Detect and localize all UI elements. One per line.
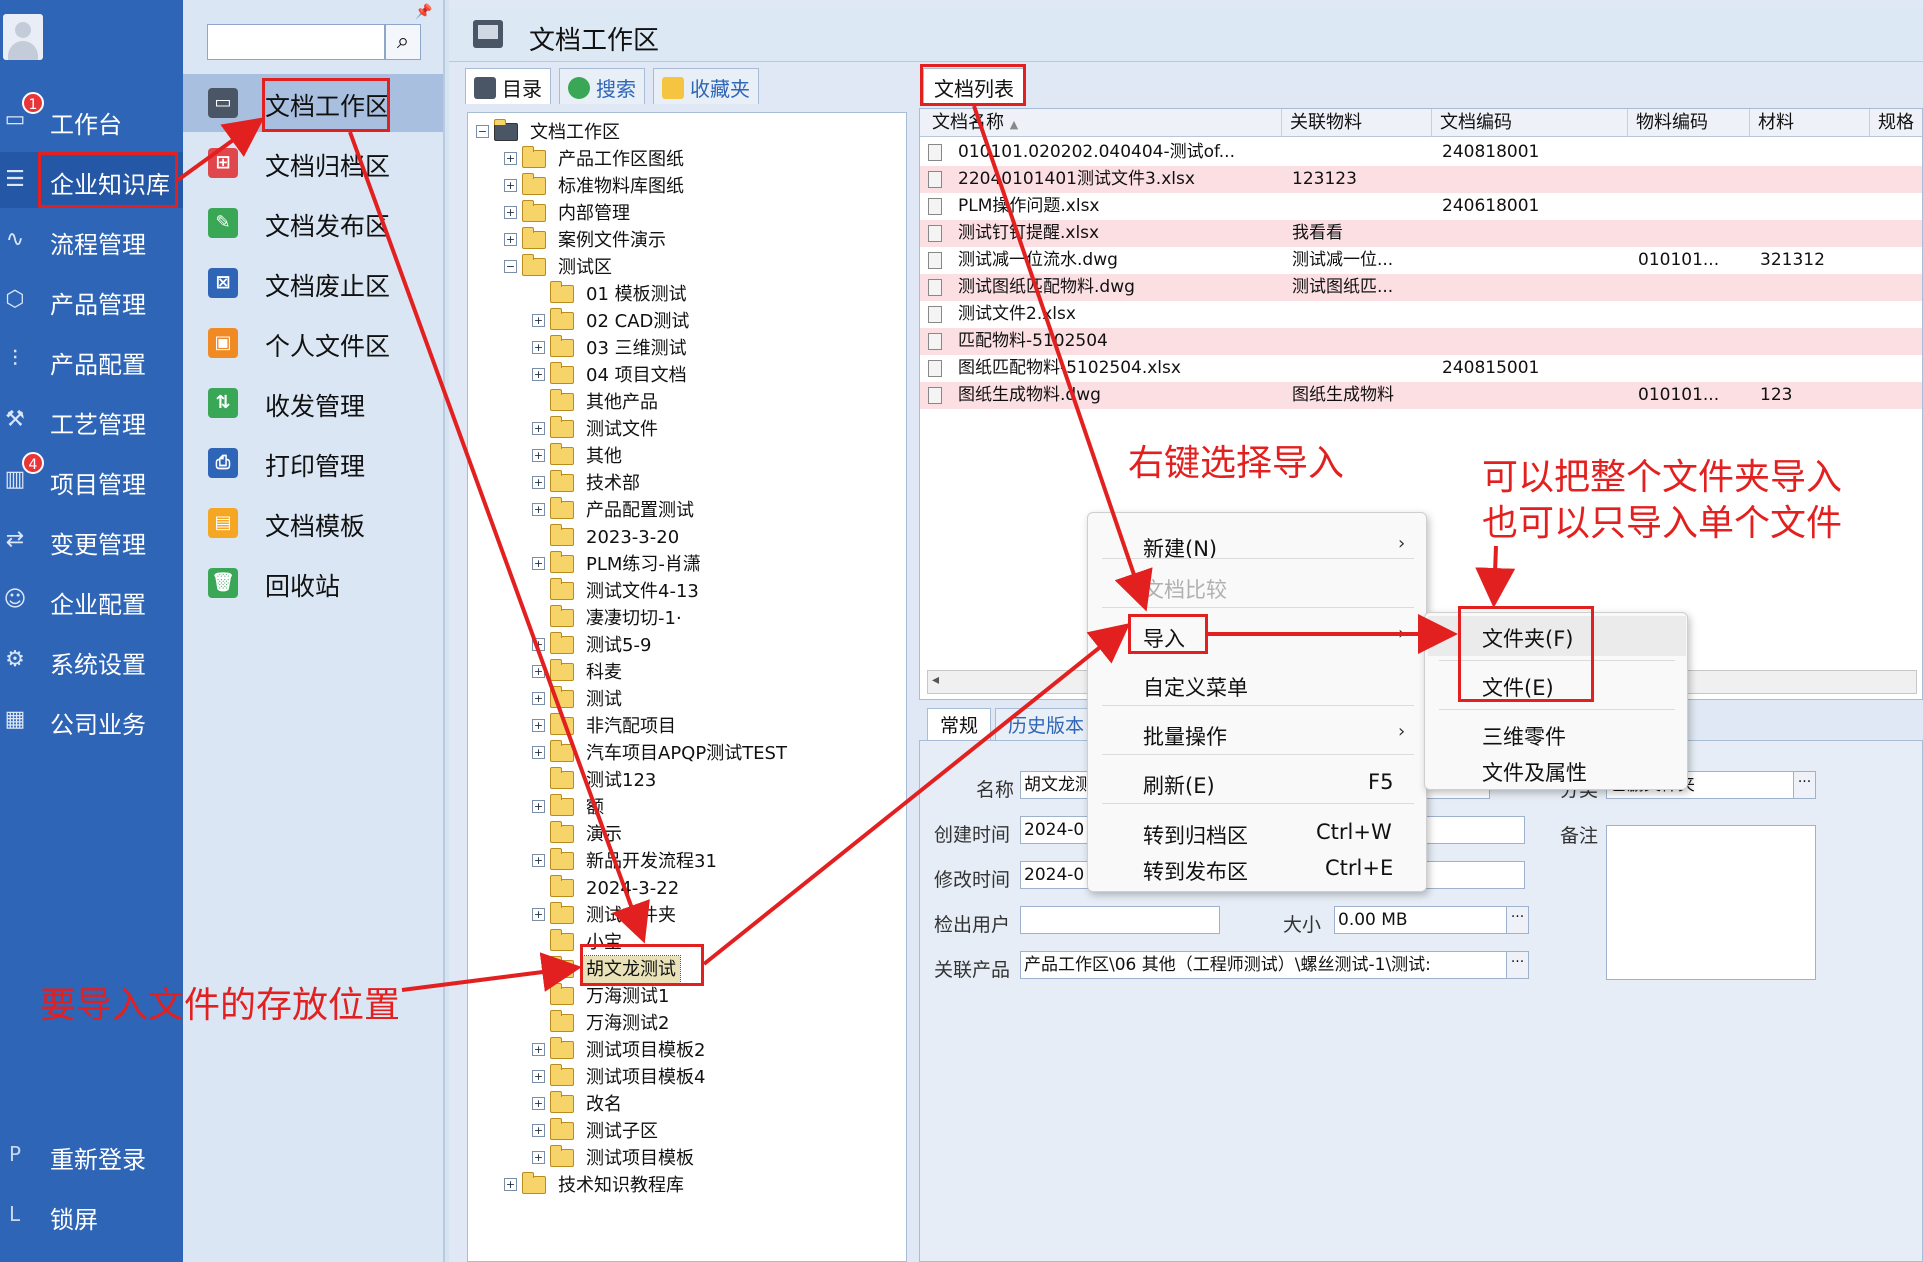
arrow-folder-to-import [702,623,1131,966]
arrow-list-to-menu [972,105,1153,612]
annotation-arrows [176,105,1516,992]
arrow-workspace-to-folder [348,131,650,944]
arrow-annotation-to-submenu [1475,545,1516,608]
arrow-location-to-folder [401,952,582,992]
arrow-nav-to-workspace [176,117,265,182]
